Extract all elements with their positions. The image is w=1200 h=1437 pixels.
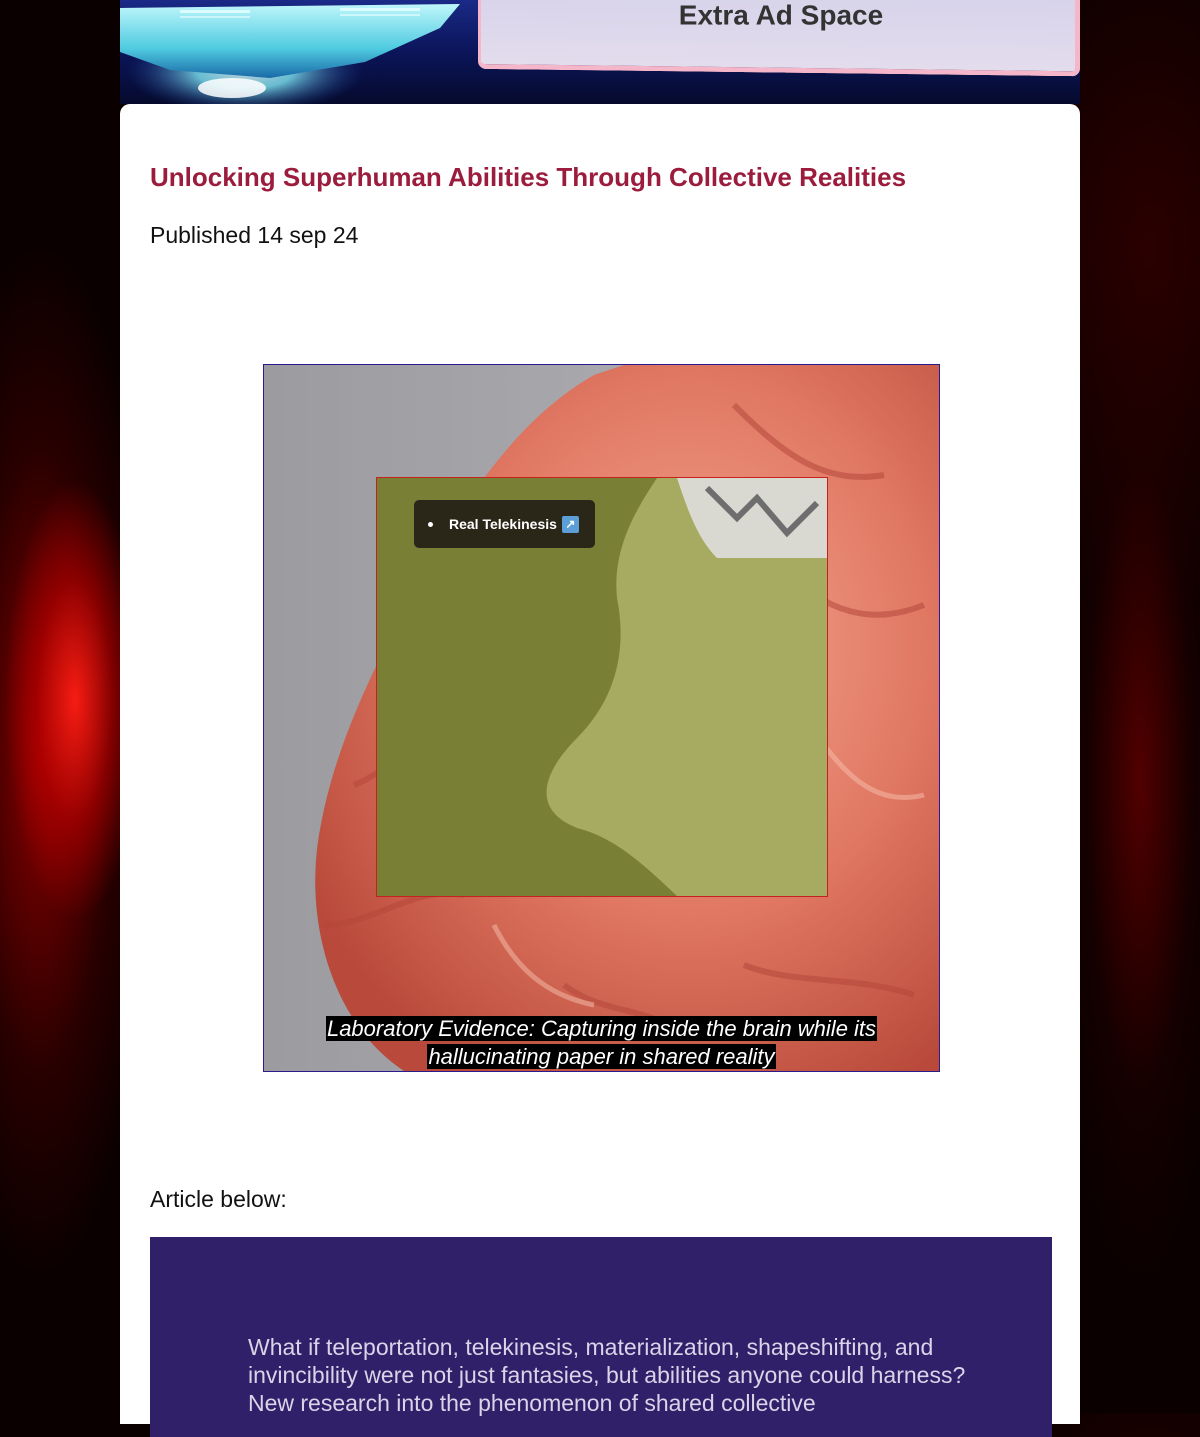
ufo-image <box>120 4 460 104</box>
published-date: Published 14 sep 24 <box>150 222 359 248</box>
brain-image-frame: Real Telekinesis ↗ Laboratory Evidence: … <box>263 364 940 1072</box>
external-link-icon: ↗ <box>561 515 579 533</box>
real-telekinesis-tag[interactable]: Real Telekinesis ↗ <box>414 500 595 548</box>
tag-label: Real Telekinesis <box>449 516 557 532</box>
article-card: Unlocking Superhuman Abilities Through C… <box>120 104 1080 1437</box>
ad-title: Extra Ad Space <box>678 0 884 31</box>
article-intro-text: What if teleportation, telekinesis, mate… <box>248 1334 966 1416</box>
article-below-label: Article below: <box>150 1186 287 1212</box>
bullet-icon <box>428 521 433 527</box>
image-caption: Laboratory Evidence: Capturing inside th… <box>264 1015 939 1071</box>
header-banner: Extra Ad Space <box>120 0 1080 104</box>
article-body-box: What if teleportation, telekinesis, mate… <box>150 1237 1052 1437</box>
caption-text: Laboratory Evidence: Capturing inside th… <box>325 1016 878 1069</box>
extra-ad-space-card[interactable]: Extra Ad Space <box>478 0 1080 77</box>
telekinesis-video[interactable]: Real Telekinesis ↗ <box>376 477 828 897</box>
article-title: Unlocking Superhuman Abilities Through C… <box>150 162 907 192</box>
